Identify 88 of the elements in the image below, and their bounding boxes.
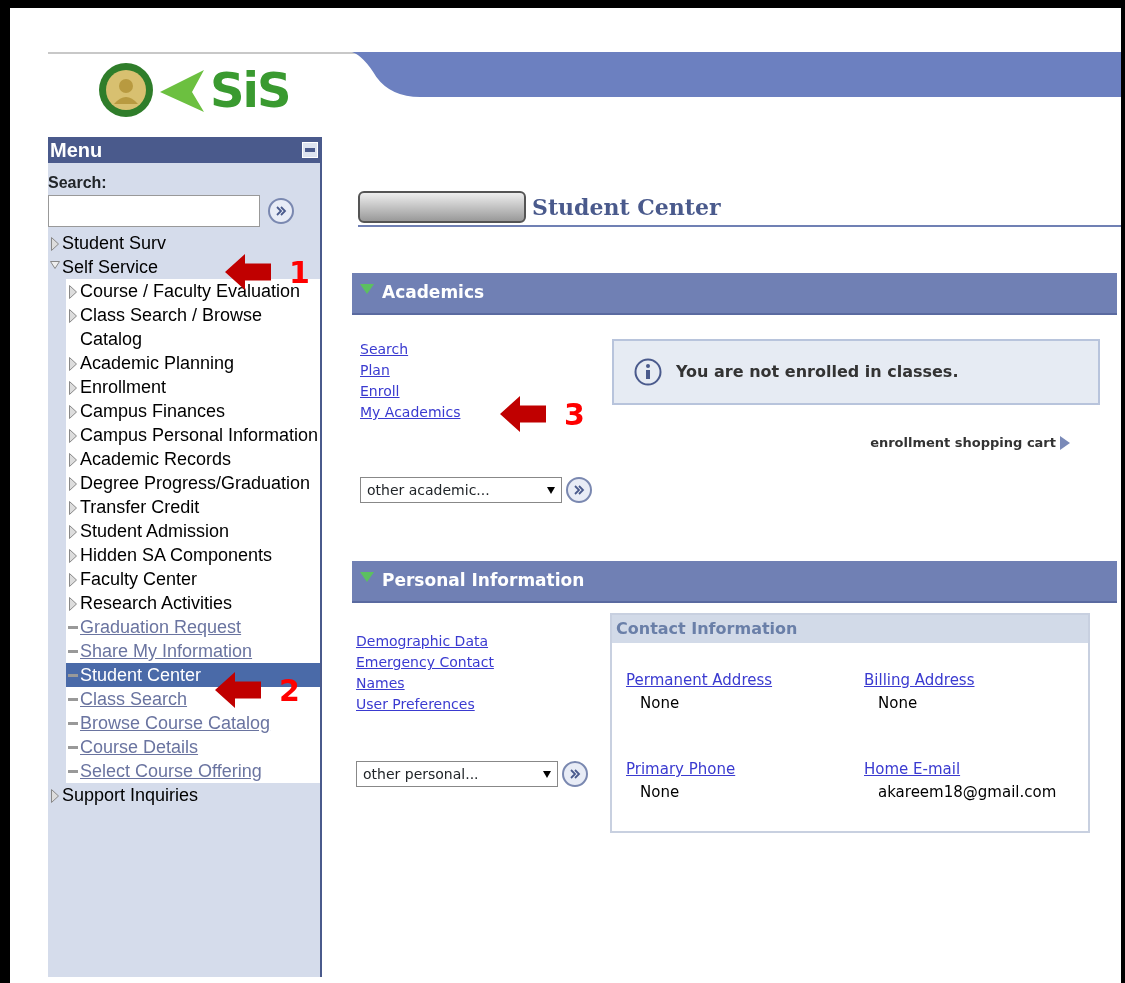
menu-item[interactable]: Research Activities: [80, 591, 233, 615]
collapsed-triangle-icon[interactable]: [69, 357, 77, 371]
dash-icon: [68, 770, 78, 773]
sis-logo: SiS: [96, 58, 290, 122]
dropdown-arrow-icon: [543, 770, 551, 778]
collapsed-triangle-icon[interactable]: [69, 501, 77, 515]
contact-field-link[interactable]: Primary Phone: [626, 758, 864, 781]
section-link[interactable]: Plan: [360, 360, 390, 381]
collapsed-triangle-icon[interactable]: [69, 549, 77, 563]
contact-field-link[interactable]: Home E-mail: [864, 758, 1074, 781]
menu-item[interactable]: Faculty Center: [80, 567, 198, 591]
menu-item[interactable]: Transfer Credit: [80, 495, 200, 519]
menu-item[interactable]: Select Course Offering: [80, 759, 262, 783]
menu-item[interactable]: Campus Finances: [80, 399, 226, 423]
search-field[interactable]: [48, 195, 260, 227]
collapsed-triangle-icon[interactable]: [69, 285, 77, 299]
collapsed-triangle-icon[interactable]: [69, 429, 77, 443]
menu-item[interactable]: Academic Records: [80, 447, 232, 471]
annotation-number: 3: [564, 396, 585, 432]
menu-item[interactable]: Student Surv: [62, 231, 167, 255]
section-link[interactable]: Search: [360, 339, 409, 360]
menu-item[interactable]: Share My Information: [80, 639, 253, 663]
contact-panel-title: Contact Information: [612, 615, 1088, 643]
menu-item[interactable]: Hidden SA Components: [80, 543, 273, 567]
dash-icon: [68, 626, 78, 629]
collapsed-triangle-icon[interactable]: [69, 477, 77, 491]
collapsed-triangle-icon[interactable]: [69, 453, 77, 467]
menu-item[interactable]: Class Search / Browse Catalog: [80, 303, 320, 351]
menu-title: Menu: [50, 138, 103, 162]
collapsed-triangle-icon[interactable]: [69, 405, 77, 419]
dash-icon: [68, 698, 78, 701]
expanded-triangle-icon[interactable]: [50, 261, 60, 269]
info-icon: [634, 358, 662, 386]
menu-item[interactable]: Campus Personal Information: [80, 423, 319, 447]
collapsed-triangle-icon[interactable]: [69, 309, 77, 323]
menu-item[interactable]: Academic Planning: [80, 351, 235, 375]
section-header[interactable]: Personal Information: [352, 561, 1117, 603]
section-link[interactable]: Enroll: [360, 381, 400, 402]
go-button[interactable]: [566, 477, 592, 503]
menu-item[interactable]: Course Details: [80, 735, 199, 759]
contact-field-value: None: [877, 692, 919, 714]
contact-field-value: None: [639, 781, 681, 803]
double-chevron-icon: [569, 768, 581, 780]
info-message: You are not enrolled in classes.: [612, 339, 1100, 405]
section-link[interactable]: My Academics: [360, 402, 461, 423]
dropdown[interactable]: other academic...: [360, 477, 562, 503]
collapsed-triangle-icon[interactable]: [69, 381, 77, 395]
collapsed-triangle-icon[interactable]: [69, 573, 77, 587]
annotation-arrow: [500, 396, 546, 432]
contact-field-link[interactable]: Permanent Address: [626, 669, 864, 692]
contact-field-value: None: [639, 692, 681, 714]
page-title: Student Center: [532, 194, 721, 220]
minus-icon: [305, 148, 315, 152]
dash-icon: [68, 650, 78, 653]
dash-icon: [68, 674, 78, 677]
section-link[interactable]: Emergency Contact: [356, 652, 494, 673]
section-link[interactable]: Demographic Data: [356, 631, 489, 652]
contact-field-link[interactable]: Billing Address: [864, 669, 1074, 692]
menu-item[interactable]: Degree Progress/Graduation: [80, 471, 311, 495]
contact-field-value: akareem18@gmail.com: [877, 781, 1058, 803]
menu-item[interactable]: Student Center: [80, 663, 202, 687]
section-link[interactable]: Names: [356, 673, 405, 694]
collapsed-triangle-icon[interactable]: [51, 789, 59, 803]
cart-link[interactable]: enrollment shopping cart: [870, 433, 1056, 453]
collapsed-triangle-icon[interactable]: [69, 525, 77, 539]
collapsed-triangle-icon[interactable]: [51, 237, 59, 251]
search-label: Search:: [48, 173, 108, 193]
menu-item[interactable]: Browse Course Catalog: [80, 711, 271, 735]
menu-item[interactable]: Graduation Request: [80, 615, 242, 639]
collapse-button[interactable]: [302, 142, 318, 158]
menu-item[interactable]: Support Inquiries: [62, 783, 199, 807]
dropdown[interactable]: other personal...: [356, 761, 558, 787]
collapsed-triangle-icon[interactable]: [69, 597, 77, 611]
go-button[interactable]: [562, 761, 588, 787]
section-link[interactable]: User Preferences: [356, 694, 475, 715]
dropdown-arrow-icon: [547, 486, 555, 494]
menu-item[interactable]: Self Service: [62, 255, 159, 279]
menu-item[interactable]: Enrollment: [80, 375, 167, 399]
menu-item[interactable]: Student Admission: [80, 519, 230, 543]
annotation-arrow: [215, 672, 261, 708]
go-button[interactable]: [268, 198, 294, 224]
menu-item[interactable]: Class Search: [80, 687, 188, 711]
double-chevron-icon: [573, 484, 585, 496]
double-chevron-icon: [275, 205, 287, 217]
section-header[interactable]: Academics: [352, 273, 1117, 315]
dash-icon: [68, 746, 78, 749]
dash-icon: [68, 722, 78, 725]
arrow-right-icon: [1060, 435, 1070, 450]
